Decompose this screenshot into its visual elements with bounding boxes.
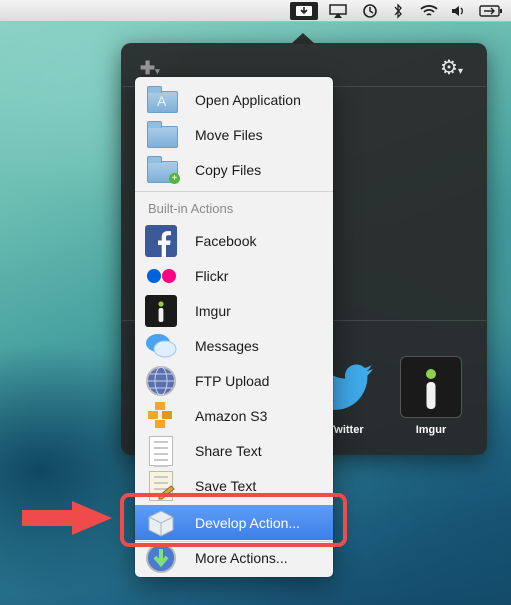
time-machine-icon[interactable]: [358, 2, 382, 20]
menu-item-amazon-s3[interactable]: Amazon S3: [135, 398, 333, 433]
menu-item-facebook[interactable]: Facebook: [135, 223, 333, 258]
menu-item-label: Messages: [195, 337, 259, 354]
menu-item-label: Move Files: [195, 126, 263, 143]
pointer-arrow-head: [72, 501, 112, 535]
menu-item-label: Open Application: [195, 91, 301, 108]
bluetooth-icon[interactable]: [388, 2, 408, 20]
menu-item-label: Save Text: [195, 477, 257, 494]
imgur-icon: [145, 295, 177, 327]
text-document-icon: [145, 435, 177, 473]
menu-item-label: Amazon S3: [195, 407, 268, 424]
messages-icon: [145, 330, 177, 362]
facebook-icon: [145, 225, 177, 257]
menu-item-label: Copy Files: [195, 161, 262, 178]
airplay-icon[interactable]: [326, 2, 350, 20]
imgur-tile-label: Imgur: [415, 424, 447, 436]
battery-icon[interactable]: [478, 2, 504, 20]
menu-bar: [0, 0, 511, 22]
menu-item-copy-files[interactable]: + Copy Files: [135, 152, 333, 187]
menu-separator: [135, 191, 333, 192]
pointer-arrow: [22, 510, 77, 526]
menu-item-messages[interactable]: Messages: [135, 328, 333, 363]
imgur-icon: [426, 369, 436, 409]
menu-section-title: Built-in Actions: [148, 201, 234, 216]
ftp-globe-icon: [145, 365, 177, 397]
dropzone-menubar-icon[interactable]: [290, 2, 318, 20]
menu-item-open-application[interactable]: A Open Application: [135, 82, 333, 117]
amazon-s3-icon: [145, 400, 177, 432]
menu-item-label: More Actions...: [195, 549, 288, 566]
menu-item-ftp-upload[interactable]: FTP Upload: [135, 363, 333, 398]
menu-item-flickr[interactable]: Flickr: [135, 258, 333, 293]
gear-icon[interactable]: ⚙▾: [440, 55, 463, 80]
menu-item-share-text[interactable]: Share Text: [135, 433, 333, 473]
menu-item-label: Imgur: [195, 302, 231, 319]
folder-add-icon: +: [145, 154, 180, 186]
imgur-tile[interactable]: [400, 356, 462, 418]
dropzone-icon: [296, 6, 312, 16]
wifi-icon[interactable]: [416, 2, 442, 20]
menu-item-label: FTP Upload: [195, 372, 270, 389]
add-action-icon[interactable]: ✚▾: [140, 58, 160, 79]
menu-item-label: Share Text: [195, 442, 262, 459]
menu-item-move-files[interactable]: Move Files: [135, 117, 333, 152]
volume-icon[interactable]: [448, 2, 468, 20]
applications-folder-icon: A: [145, 84, 178, 116]
menu-item-imgur[interactable]: Imgur: [135, 293, 333, 328]
menu-item-label: Facebook: [195, 232, 257, 249]
highlight-box: [120, 493, 347, 547]
menu-item-label: Flickr: [195, 267, 229, 284]
flickr-icon: [145, 260, 177, 292]
folder-icon: [145, 119, 178, 151]
